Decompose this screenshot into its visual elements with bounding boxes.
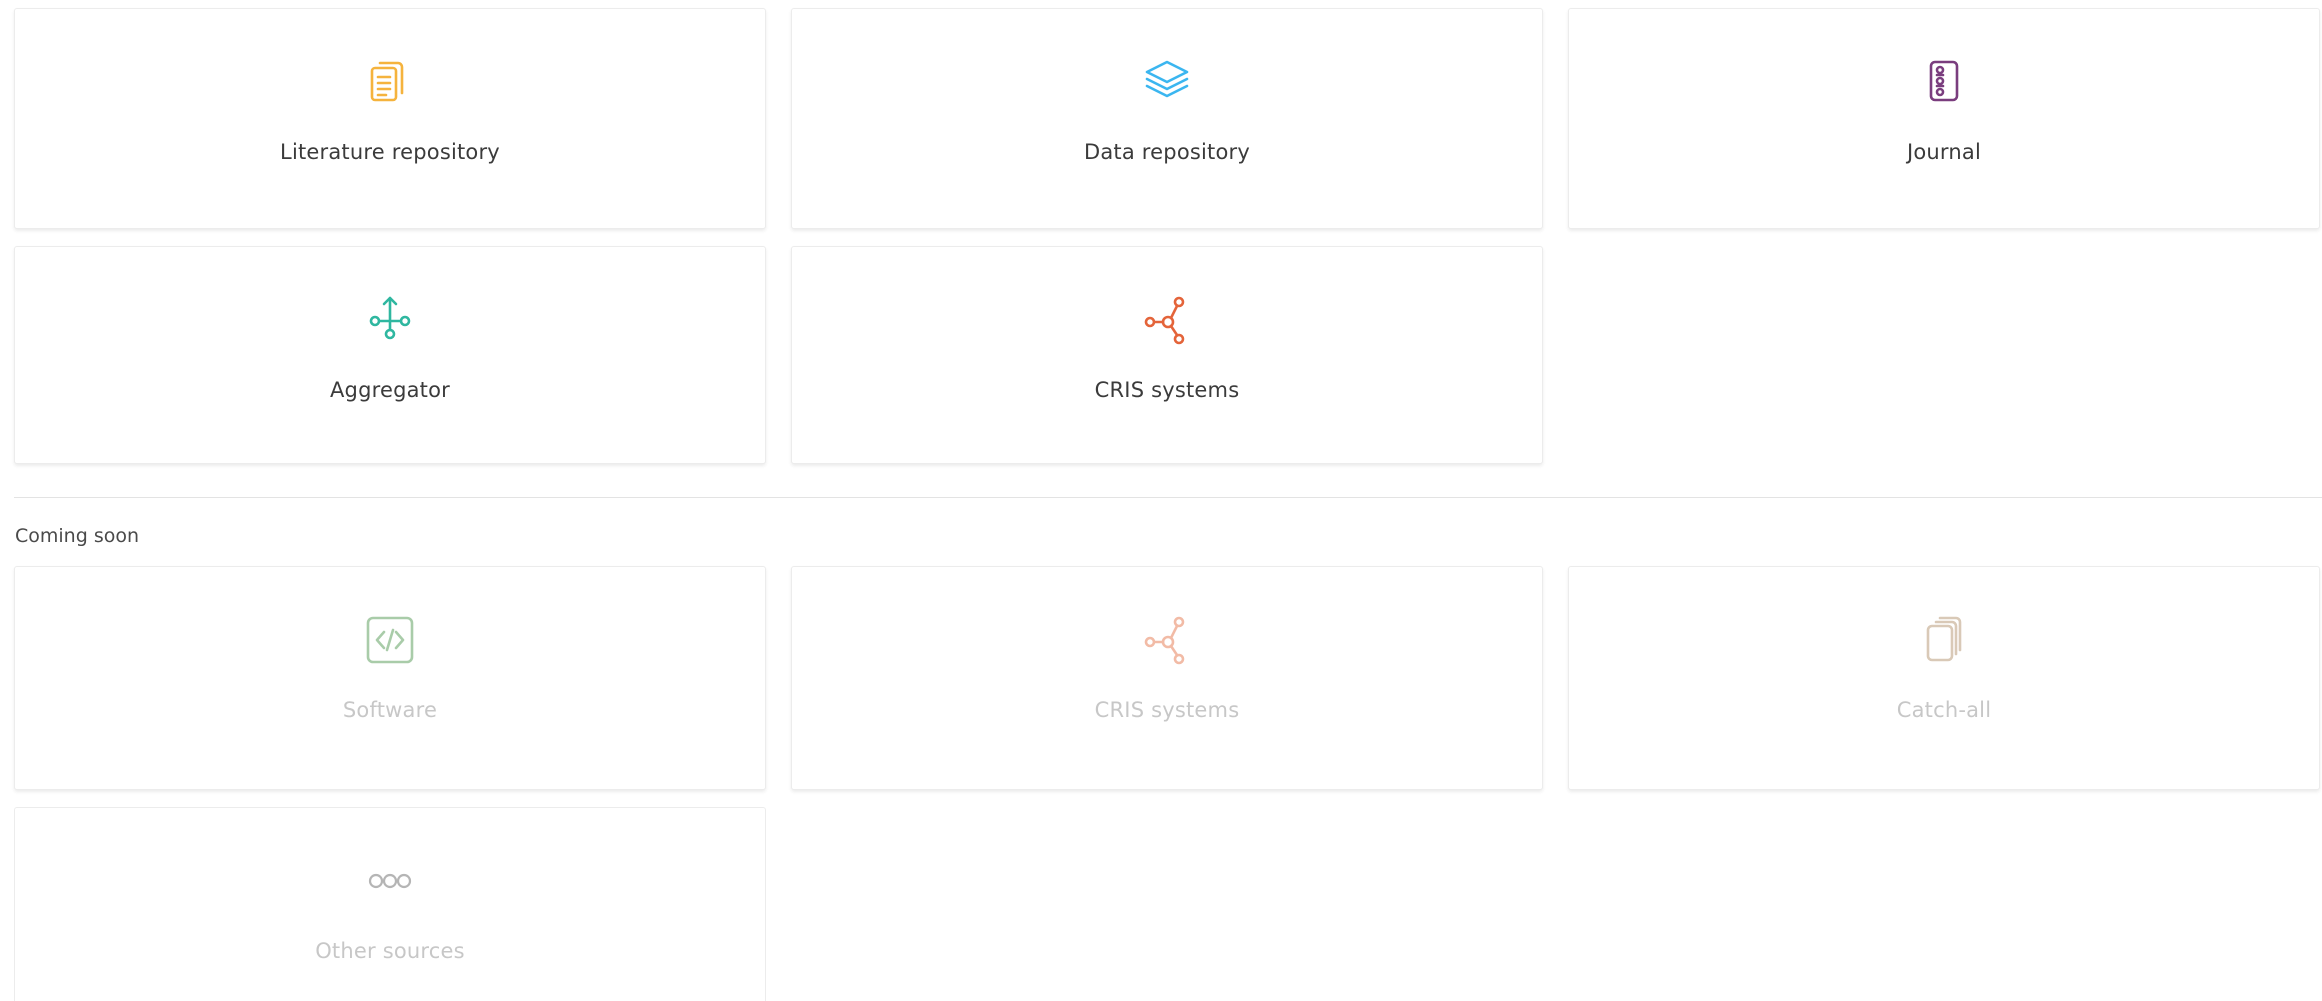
source-card-label: Catch-all [1896, 698, 1992, 722]
source-card-catch-all: Catch-all [1568, 566, 2320, 790]
layers-icon [1139, 54, 1195, 110]
source-card-label: CRIS systems [1094, 378, 1240, 402]
active-source-grid: Literature repository Data repository Jo… [14, 8, 2320, 464]
source-card-label: Aggregator [329, 378, 451, 402]
network-icon [1139, 612, 1195, 668]
code-icon [362, 612, 418, 668]
source-card-label: Data repository [1083, 140, 1250, 164]
source-card-label: CRIS systems [1094, 698, 1240, 722]
more-icon [362, 853, 418, 909]
source-card-journal[interactable]: Journal [1568, 8, 2320, 229]
source-card-label: Software [342, 698, 438, 722]
network-icon [1139, 292, 1195, 348]
source-card-software: Software [14, 566, 766, 790]
source-card-cris-systems-soon: CRIS systems [791, 566, 1543, 790]
source-type-page: Literature repository Data repository Jo… [0, 0, 2322, 1001]
source-card-data-repository[interactable]: Data repository [791, 8, 1543, 229]
source-card-other-sources: Other sources [14, 807, 766, 1001]
documents-icon [362, 54, 418, 110]
section-divider [14, 497, 2322, 498]
coming-soon-heading: Coming soon [15, 525, 140, 547]
coming-soon-grid: Software CRIS systems Catch-all Other so… [14, 566, 2320, 1001]
stack-icon [1916, 612, 1972, 668]
source-card-label: Other sources [315, 939, 465, 963]
source-card-aggregator[interactable]: Aggregator [14, 246, 766, 464]
journal-icon [1916, 54, 1972, 110]
aggregator-icon [362, 292, 418, 348]
source-card-label: Literature repository [280, 140, 500, 164]
source-card-literature-repository[interactable]: Literature repository [14, 8, 766, 229]
source-card-label: Journal [1906, 140, 1982, 164]
source-card-cris-systems[interactable]: CRIS systems [791, 246, 1543, 464]
